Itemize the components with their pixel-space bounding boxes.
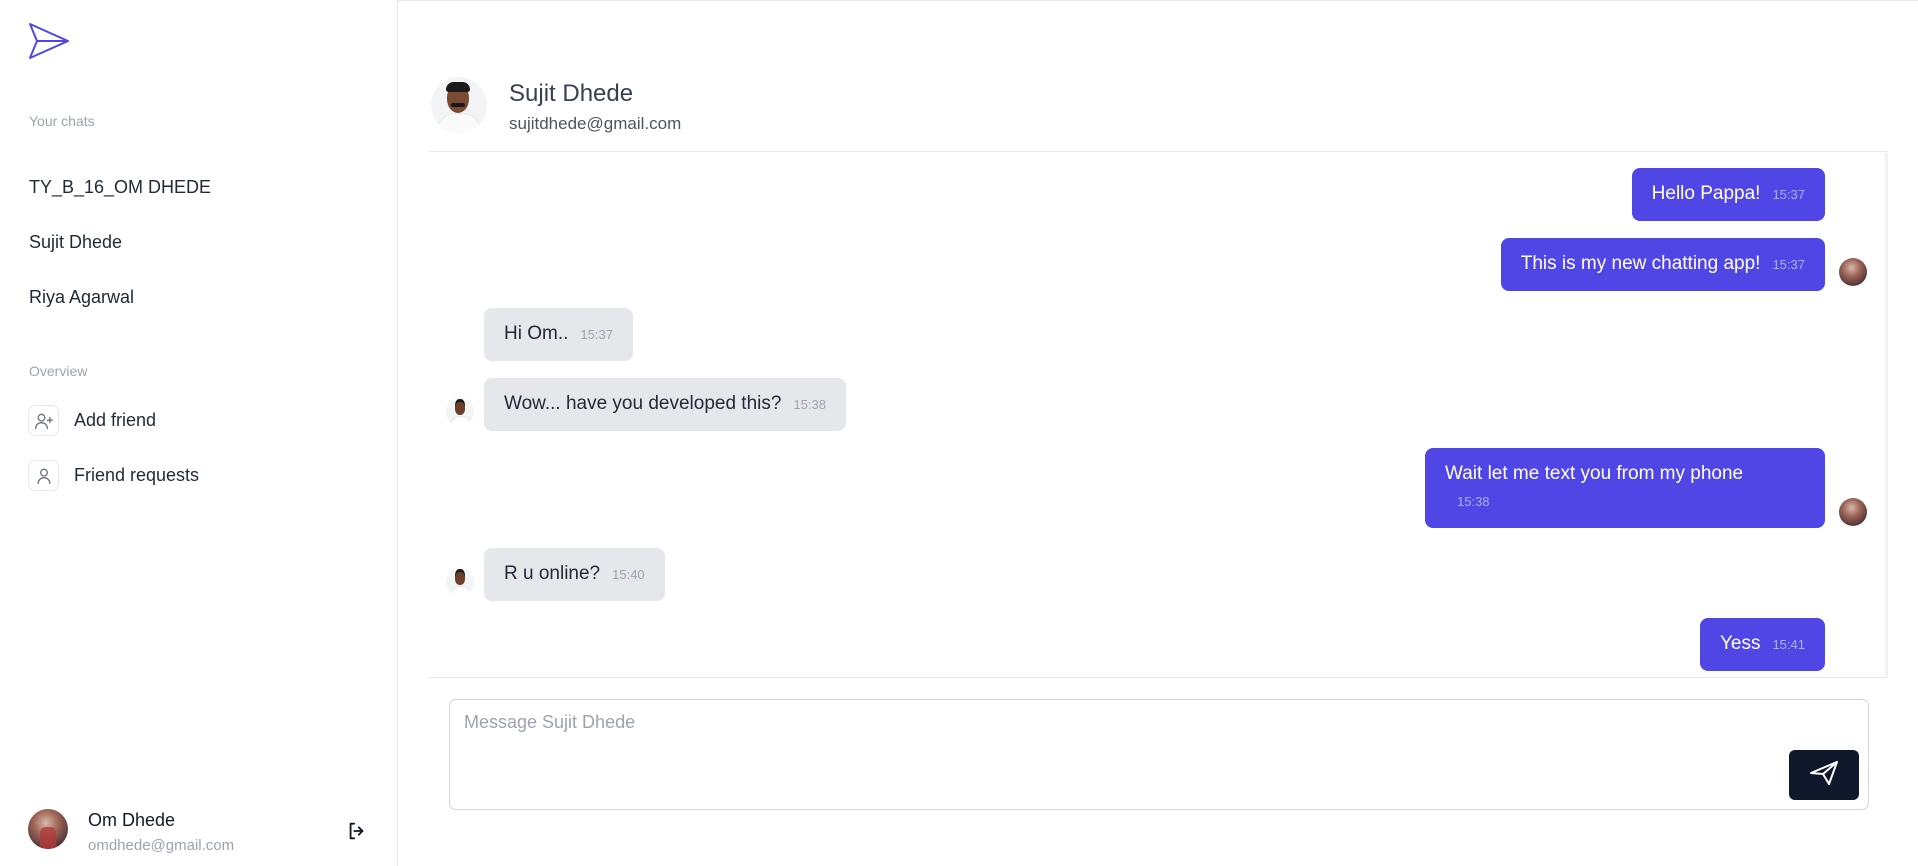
message-text: Wait let me text you from my phone [1445,463,1744,484]
message-time: 15:38 [1457,494,1490,509]
contact-avatar [431,77,487,133]
message-text: Hello Pappa! [1651,183,1761,204]
user-plus-icon [28,405,59,436]
message-time: 15:37 [1772,257,1805,272]
user-icon [28,460,59,491]
contact-email: sujitdhede@gmail.com [509,114,682,133]
message-time: 15:37 [1772,187,1805,202]
sidebar: Your chats TY_B_16_OM DHEDE Sujit Dhede … [0,0,398,866]
avatar [1839,258,1867,286]
message-bubble: Hi Om.. 15:37 [484,308,633,361]
message-time: 15:37 [580,327,613,342]
message-bubble: Yess 15:41 [1699,618,1825,671]
message-bubble: Wait let me text you from my phone 15:38 [1425,448,1825,528]
your-chats-label: Your chats [29,113,95,129]
user-profile: Om Dhede omdhede@gmail.com [28,809,368,857]
message-text: R u online? [504,563,601,584]
message-text: Hi Om.. [504,323,569,344]
contact-name: Sujit Dhede [509,80,634,107]
message-text: This is my new chatting app! [1520,253,1761,274]
message-list[interactable]: Hello Pappa! 15:37 This is my new chattin… [429,153,1888,676]
send-button[interactable] [1789,750,1859,800]
add-friend-link[interactable]: Add friend [28,405,358,436]
message-text: Wow... have you developed this? [504,393,782,414]
send-icon[interactable] [28,22,70,60]
message-text: Yess [1719,633,1761,654]
message-time: 15:38 [793,397,826,412]
message-time: 15:41 [1772,637,1805,652]
avatar [28,809,68,849]
scrollbar[interactable] [1885,153,1888,676]
avatar [446,568,474,596]
message-bubble: R u online? 15:40 [484,548,665,601]
message-composer [449,699,1869,810]
friend-requests-link[interactable]: Friend requests [28,460,358,491]
chat-header: Sujit Dhede sujitdhede@gmail.com [429,60,1888,152]
send-icon [1809,760,1839,791]
message-bubble: Hello Pappa! 15:37 [1631,168,1825,221]
profile-name: Om Dhede [88,810,176,830]
message-bubble: Wow... have you developed this? 15:38 [484,378,846,431]
chat-app: Your chats TY_B_16_OM DHEDE Sujit Dhede … [0,0,1918,866]
avatar [446,398,474,426]
add-friend-label: Add friend [74,410,157,430]
chat-item[interactable]: TY_B_16_OM DHEDE [29,176,359,198]
composer-divider [429,677,1888,678]
chat-item[interactable]: Riya Agarwal [29,286,359,308]
overview-label: Overview [29,363,88,379]
logout-icon[interactable] [346,820,368,842]
profile-email: omdhede@gmail.com [88,837,235,854]
message-bubble: This is my new chatting app! 15:37 [1500,238,1825,291]
message-input[interactable] [464,712,1754,798]
message-time: 15:40 [612,567,645,582]
top-border [398,0,1918,1]
avatar [1839,498,1867,526]
friend-requests-label: Friend requests [74,465,200,485]
chat-item[interactable]: Sujit Dhede [29,231,359,253]
